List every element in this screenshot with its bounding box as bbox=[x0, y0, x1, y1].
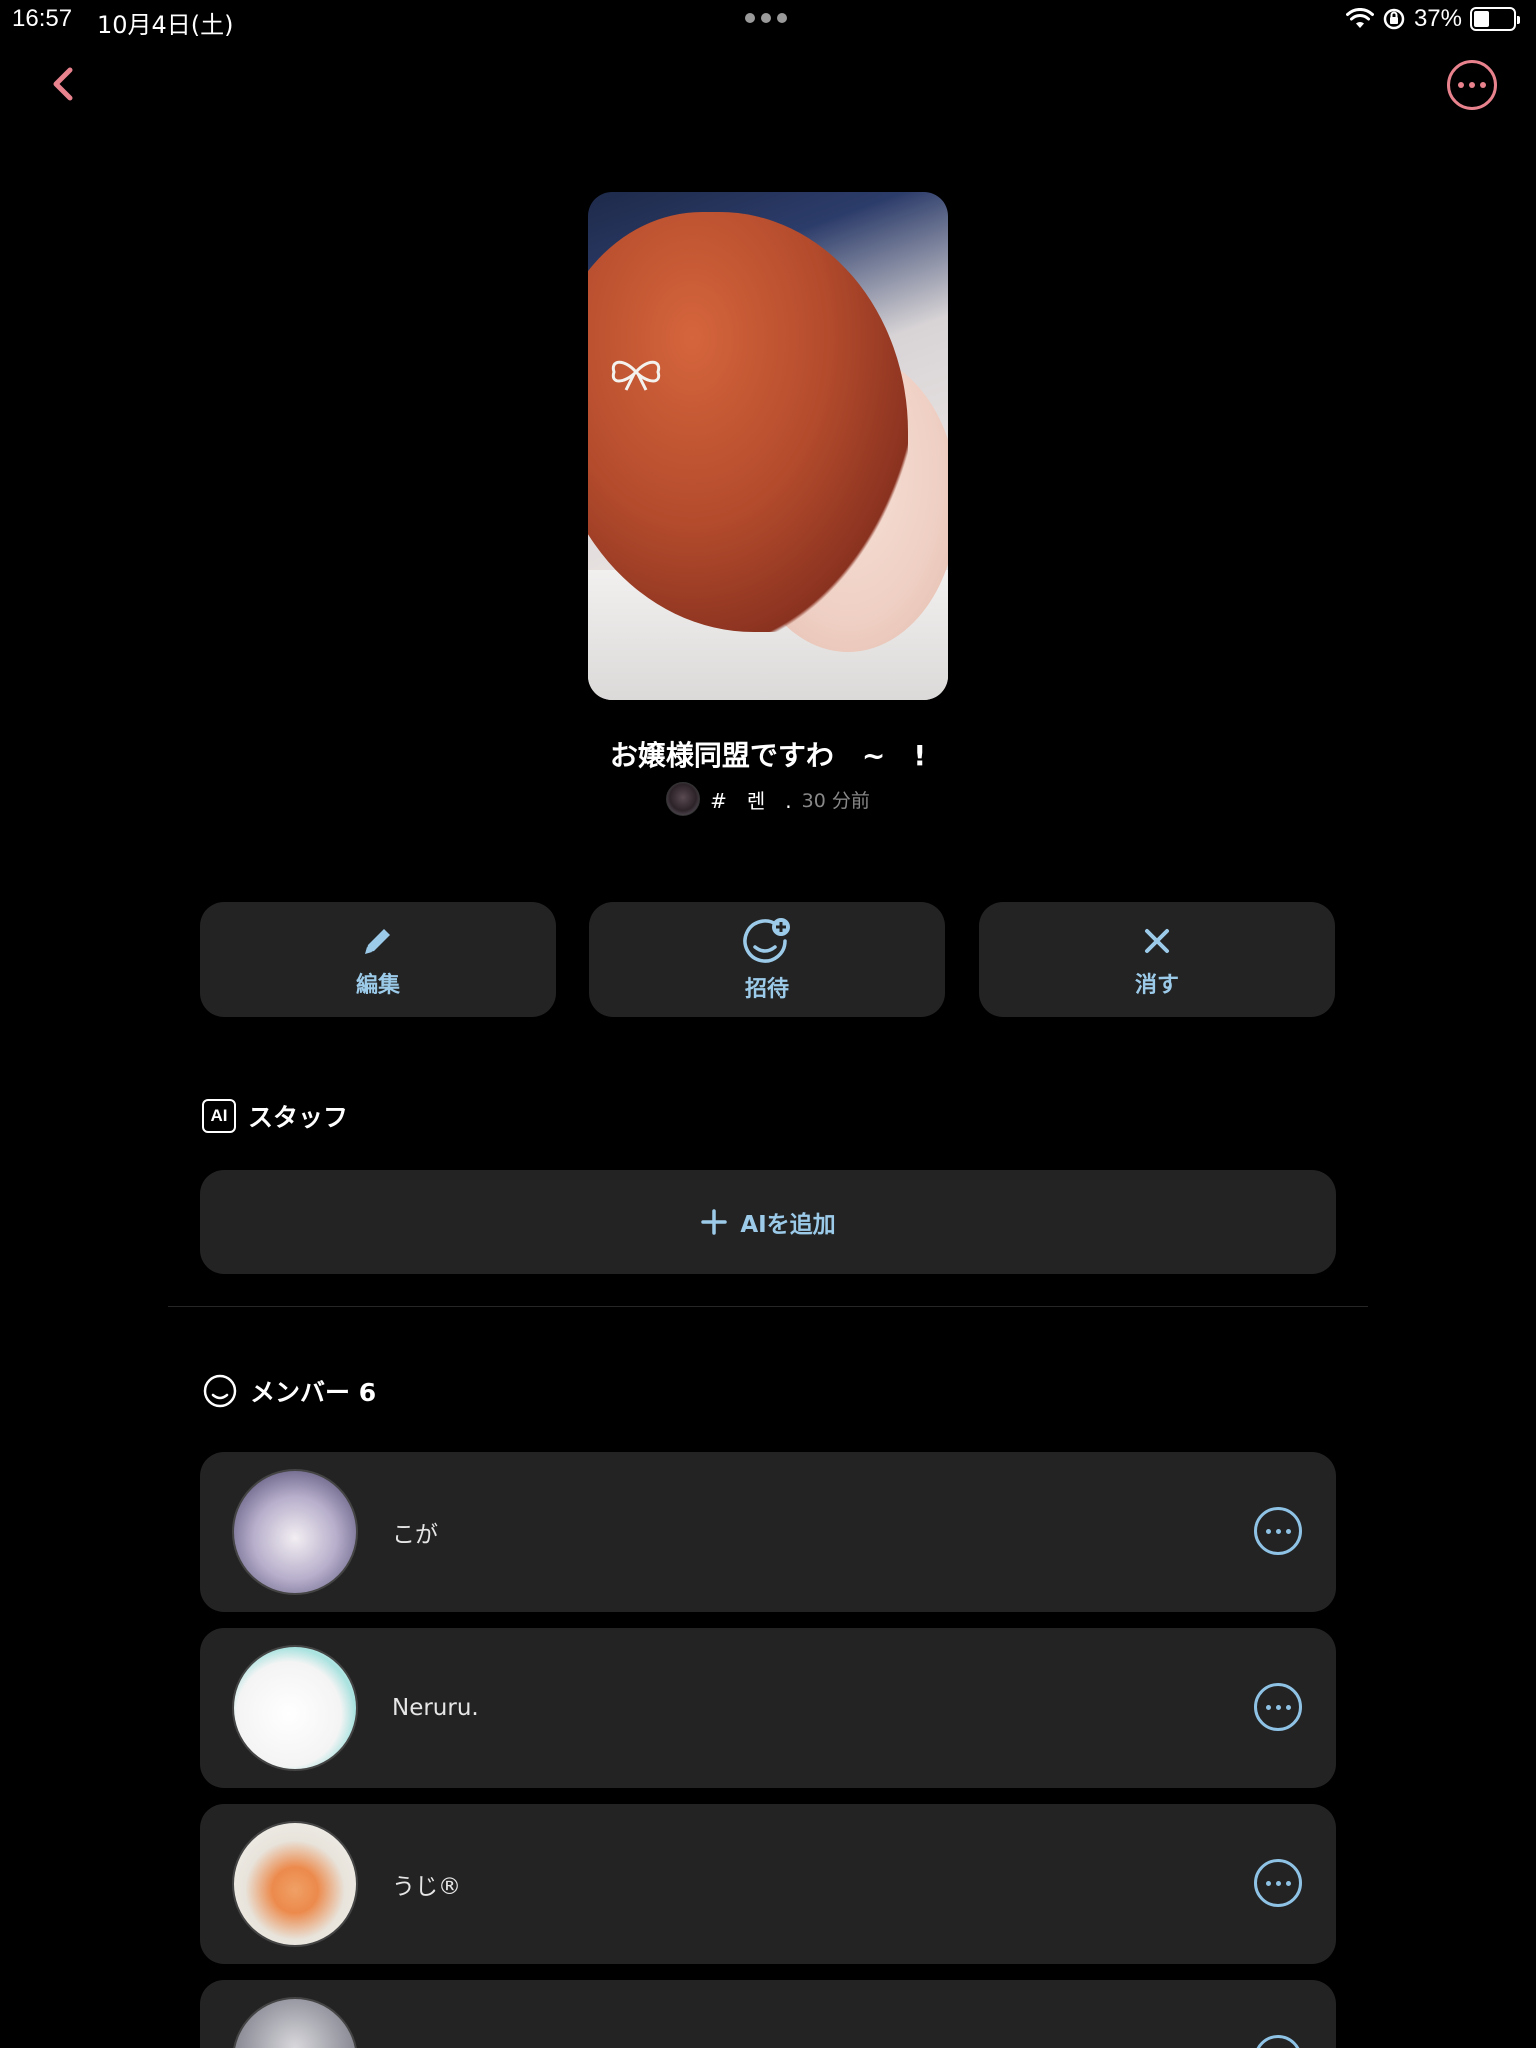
battery-icon bbox=[1470, 7, 1520, 31]
owner-row[interactable]: # 렌 . 30 分前 bbox=[0, 782, 1536, 816]
owner-name: # 렌 . bbox=[710, 788, 792, 813]
delete-button[interactable]: 消す bbox=[979, 902, 1335, 1017]
member-avatar bbox=[232, 1469, 358, 1595]
multitasking-dots-icon[interactable] bbox=[745, 13, 787, 23]
member-more-icon[interactable] bbox=[1254, 1683, 1302, 1731]
back-button[interactable] bbox=[46, 62, 86, 106]
member-row[interactable]: うじ® bbox=[200, 1804, 1336, 1964]
status-bar: 16:57 10月4日(土) 37% bbox=[0, 0, 1536, 40]
group-detail-screen: 16:57 10月4日(土) 37% お嬢様同盟ですわ ~ ! # 렌 . 30… bbox=[0, 0, 1536, 2048]
ai-badge-icon: AI bbox=[202, 1099, 236, 1133]
member-more-icon[interactable] bbox=[1254, 1859, 1302, 1907]
battery-percent: 37% bbox=[1413, 5, 1462, 32]
member-avatar bbox=[232, 1997, 358, 2048]
staff-heading-label: スタッフ bbox=[248, 1103, 349, 1132]
add-ai-button[interactable]: AIを追加 bbox=[200, 1170, 1336, 1274]
member-name: こが bbox=[392, 1522, 438, 1548]
add-ai-label: AIを追加 bbox=[740, 1212, 836, 1238]
edit-label: 編集 bbox=[355, 972, 400, 998]
group-cover-image[interactable] bbox=[588, 192, 948, 700]
members-heading: メンバー 6 bbox=[202, 1373, 376, 1409]
member-row[interactable]: こが bbox=[200, 1452, 1336, 1612]
invite-label: 招待 bbox=[744, 976, 789, 1002]
status-right: 37% bbox=[1345, 5, 1520, 33]
status-date: 10月4日(土) bbox=[97, 11, 234, 39]
status-time: 16:57 bbox=[12, 5, 73, 32]
member-face-icon bbox=[203, 1374, 237, 1408]
member-avatar bbox=[232, 1821, 358, 1947]
chevron-left-icon bbox=[53, 67, 73, 101]
members-heading-label: メンバー 6 bbox=[250, 1378, 377, 1407]
invite-button[interactable]: 招待 bbox=[589, 902, 945, 1017]
last-updated-time: 30 分前 bbox=[801, 789, 870, 812]
member-row[interactable] bbox=[200, 1980, 1336, 2048]
group-title: お嬢様同盟ですわ ~ ! bbox=[609, 739, 927, 772]
member-more-icon[interactable] bbox=[1254, 2035, 1302, 2048]
section-divider bbox=[168, 1306, 1368, 1307]
wifi-icon bbox=[1345, 8, 1374, 28]
hair-bow-icon bbox=[611, 360, 661, 391]
member-row[interactable]: Neruru. bbox=[200, 1628, 1336, 1788]
member-more-icon[interactable] bbox=[1254, 1507, 1302, 1555]
ellipsis-circle-icon[interactable] bbox=[1447, 60, 1497, 110]
pencil-icon bbox=[365, 928, 390, 954]
delete-label: 消す bbox=[1134, 972, 1179, 998]
invite-user-icon bbox=[743, 917, 790, 963]
member-name: うじ® bbox=[392, 1874, 461, 1900]
close-icon bbox=[1145, 928, 1169, 953]
member-avatar bbox=[232, 1645, 358, 1771]
member-name: Neruru. bbox=[392, 1695, 479, 1721]
orientation-lock-icon bbox=[1383, 8, 1405, 30]
edit-button[interactable]: 編集 bbox=[200, 902, 556, 1017]
staff-heading: AI スタッフ bbox=[202, 1098, 348, 1134]
owner-avatar bbox=[666, 782, 701, 816]
plus-icon bbox=[701, 1209, 728, 1235]
